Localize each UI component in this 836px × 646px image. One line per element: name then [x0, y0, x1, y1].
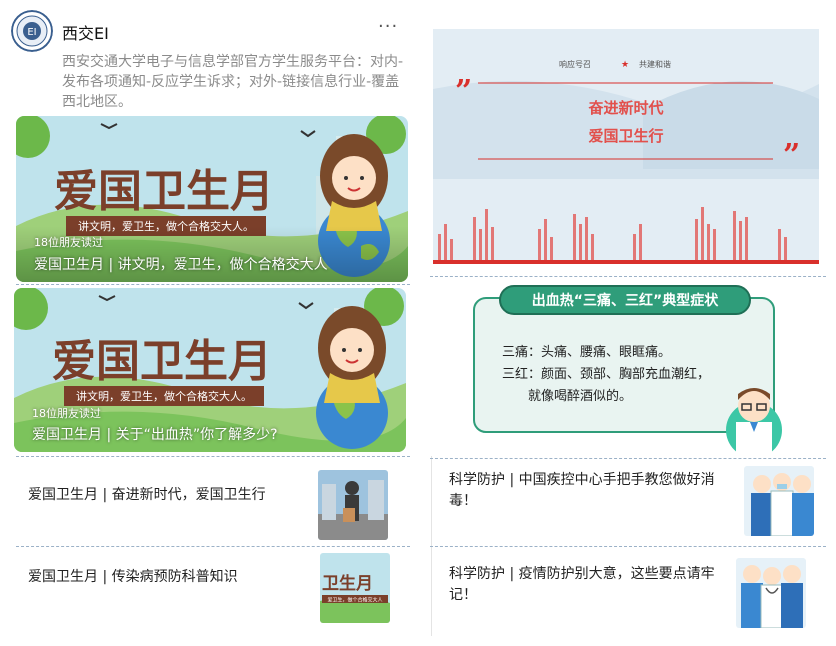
poster-illustration: ” ” 响应号召 ★ 共建和谐 奋进新时代 爱国卫生行: [433, 29, 819, 264]
symptoms-title: 出血热“三痛、三红”典型症状: [532, 292, 719, 309]
symptoms-illustration: 出血热“三痛、三红”典型症状 三痛：头痛、腰痛、眼眶痛。 三红：颜面、颈部、胸部…: [473, 285, 782, 452]
friends-read-count: 18位朋友读过: [32, 407, 101, 420]
quote-close: ”: [783, 138, 800, 173]
divider: [16, 284, 410, 285]
svg-text:卫生月: 卫生月: [322, 573, 373, 594]
cover-title: 爱国卫生月: [52, 336, 272, 387]
poster-top-right: 共建和谐: [639, 59, 671, 69]
poster-line-2: 爱国卫生行: [588, 127, 663, 145]
poster-card[interactable]: ” ” 响应号召 ★ 共建和谐 奋进新时代 爱国卫生行: [433, 29, 819, 264]
symptoms-card[interactable]: 出血热“三痛、三红”典型症状 三痛：头痛、腰痛、眼眶痛。 三红：颜面、颈部、胸部…: [470, 282, 786, 452]
divider: [16, 456, 410, 457]
divider: [430, 458, 826, 459]
divider: [430, 276, 826, 277]
account-avatar[interactable]: EI: [11, 10, 53, 52]
account-description: 西安交通大学电子与信息学部官方学生服务平台：对内-发布各项通知-反应学生诉求；对…: [62, 54, 404, 110]
list-item-thumbnail[interactable]: [744, 466, 814, 536]
poster-line-1: 奋进新时代: [587, 99, 663, 117]
symptom-line-3: 就像喝醉酒似的。: [528, 388, 632, 404]
more-options-button[interactable]: ···: [378, 16, 398, 37]
svg-text:EI: EI: [27, 27, 36, 38]
list-item-thumbnail[interactable]: [736, 558, 806, 628]
symptom-line-1: 三痛：头痛、腰痛、眼眶痛。: [502, 344, 671, 360]
featured-article-1[interactable]: 爱国卫生月 讲文明，爱卫生，做个合格交大人。 18位朋友读过 爱国卫生月 | 讲…: [16, 116, 408, 282]
list-item-title[interactable]: 爱国卫生月 | 奋进新时代，爱国卫生行: [28, 485, 298, 506]
star-icon: ★: [621, 60, 629, 70]
list-item-thumbnail[interactable]: 卫生月 爱卫生，做个合格交大人: [320, 553, 390, 623]
article-title[interactable]: 爱国卫生月 | 讲文明，爱卫生，做个合格交大人: [34, 254, 328, 274]
symptom-line-2: 三红：颜面、颈部、胸部充血潮红，: [502, 366, 710, 382]
divider: [430, 546, 826, 547]
quote-open: ”: [455, 74, 472, 109]
list-item-title[interactable]: 爱国卫生月 | 传染病预防科普知识: [28, 567, 298, 588]
friends-read-count: 18位朋友读过: [34, 236, 103, 249]
list-item-thumbnail[interactable]: [318, 470, 388, 540]
svg-text:爱卫生，做个合格交大人: 爱卫生，做个合格交大人: [327, 597, 382, 604]
list-item-title[interactable]: 科学防护 | 中国疾控中心手把手教您做好消毒！: [449, 470, 734, 512]
list-item-title[interactable]: 科学防护 | 疫情防护别大意，这些要点请牢记！: [449, 564, 734, 606]
account-name[interactable]: 西交EI: [62, 20, 109, 44]
article-title[interactable]: 爱国卫生月 | 关于“出血热”你了解多少?: [32, 424, 278, 444]
divider: [16, 546, 410, 547]
cover-title: 爱国卫生月: [54, 166, 274, 217]
cover-subtitle: 讲文明，爱卫生，做个合格交大人。: [76, 389, 252, 403]
featured-article-2[interactable]: 爱国卫生月 讲文明，爱卫生，做个合格交大人。 18位朋友读过 爱国卫生月 | 关…: [14, 288, 406, 452]
poster-top-left: 响应号召: [559, 59, 591, 69]
